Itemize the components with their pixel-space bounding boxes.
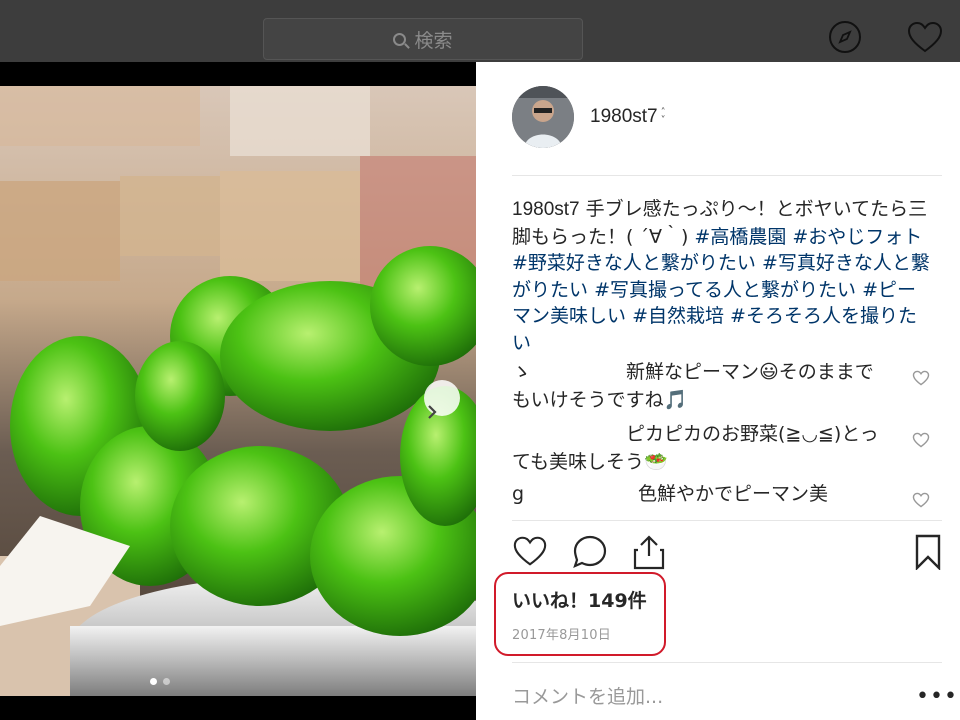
comment-icon[interactable] [572,534,608,570]
divider [512,520,942,521]
avatar-image [512,86,574,148]
post-photo[interactable] [0,62,476,720]
carousel-dot-1 [150,678,157,685]
comment-like-icon[interactable] [912,432,930,448]
hashtag[interactable]: #写真撮ってる人と繋がりたい [594,279,856,301]
post-header: 1980st7 ˄ ˅ [512,86,666,148]
top-bar: 検索 [0,0,960,62]
comment-item: ピカピカのお野菜(≧◡≦)とっても美味しそう🥗 [512,420,930,480]
carousel-dots [150,678,170,685]
divider [512,175,942,176]
comment-like-icon[interactable] [912,492,930,508]
hashtag[interactable]: #自然栽培 [632,305,724,327]
hashtag[interactable]: #高橋農園 [694,226,786,248]
bookmark-icon[interactable] [914,534,942,570]
search-input[interactable]: 検索 [263,18,583,60]
comment-list[interactable]: ゝ 新鮮なピーマン😃そのままでもいけそうですね🎵 ピカピカのお野菜(≧◡≦)とっ… [512,358,942,520]
hashtag[interactable]: #おやじフォト [792,226,922,248]
carousel-next-button[interactable] [424,380,460,419]
more-options-icon[interactable]: ••• [916,684,958,709]
comment-text: g 色鮮やかでピーマン美 [512,483,829,505]
heart-icon[interactable] [906,20,944,54]
action-bar [512,534,948,574]
divider [512,662,942,663]
search-icon [393,32,407,46]
post-panel: 1980st7 ˄ ˅ 1980st7 手ブレ感たっぷり〜！とボヤいてたら三脚もら… [476,62,960,720]
avatar[interactable] [512,86,574,148]
compass-icon[interactable] [828,20,862,54]
carousel-dot-2 [163,678,170,685]
sort-arrows-icon: ˄ ˅ [660,107,666,126]
comment-item: ゝ 新鮮なピーマン😃そのままでもいけそうですね🎵 [512,358,930,420]
username[interactable]: 1980st7 [590,106,658,128]
hashtag[interactable]: #野菜好きな人と繋がりたい [512,252,756,274]
green-peppers-image [0,86,476,696]
search-placeholder: 検索 [414,29,453,52]
share-icon[interactable] [632,534,666,570]
comment-input[interactable]: コメントを追加... [512,682,663,709]
comment-item: g 色鮮やかでピーマン美 [512,480,930,520]
highlight-box [494,572,666,656]
caption: 1980st7 手ブレ感たっぷり〜！とボヤいてたら三脚もらった！( ´∀｀) #… [512,196,932,356]
chevron-right-icon [428,405,437,419]
comment-like-icon[interactable] [912,370,930,386]
like-icon[interactable] [512,534,548,568]
comment-text: ピカピカのお野菜(≧◡≦)とっても美味しそう🥗 [512,423,879,473]
comment-text: ゝ 新鮮なピーマン😃そのままでもいけそうですね🎵 [512,361,874,411]
caption-username[interactable]: 1980st7 [512,199,580,220]
